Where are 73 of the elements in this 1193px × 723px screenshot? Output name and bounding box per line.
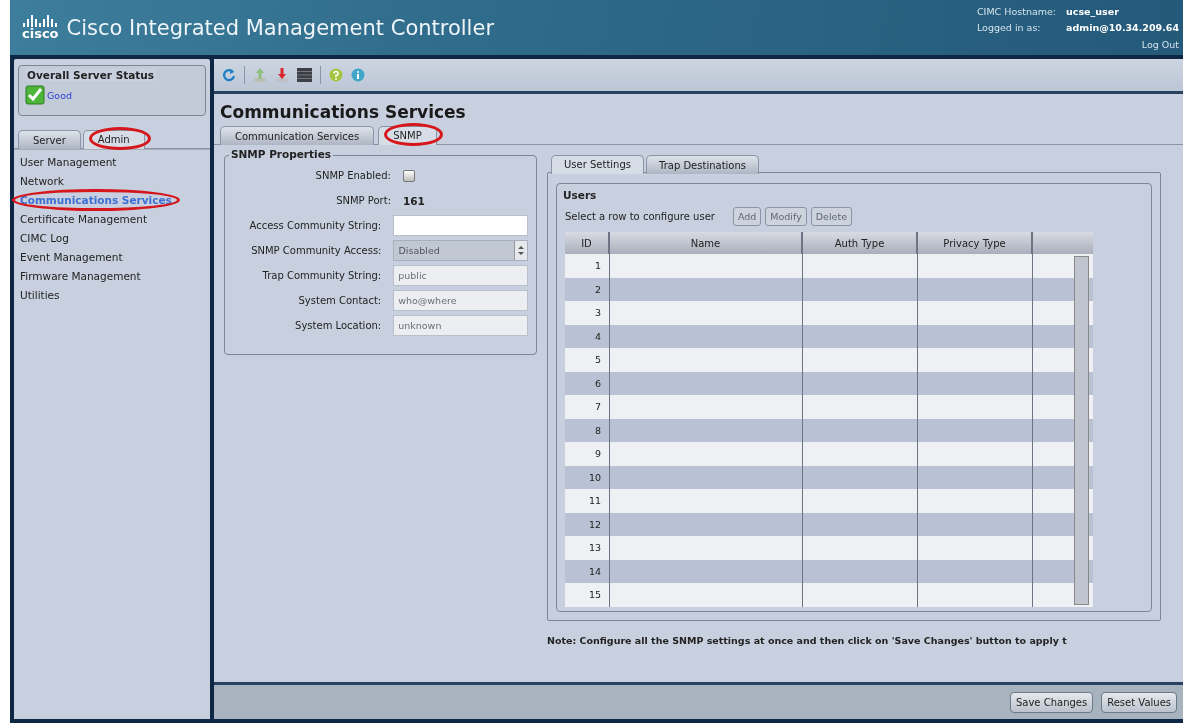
row-number: 14 — [588, 565, 601, 577]
scrollbar[interactable] — [1074, 256, 1089, 605]
row-number: 4 — [594, 330, 601, 342]
logo-bars-icon — [23, 15, 58, 27]
column-header[interactable]: ID — [565, 232, 610, 254]
field-label: Trap Community String: — [261, 270, 382, 281]
row-number: 9 — [594, 448, 601, 460]
row-number: 7 — [594, 401, 601, 413]
row-number: 12 — [588, 518, 601, 530]
table-row[interactable]: 11 — [565, 489, 1093, 513]
panel-title: Users — [561, 189, 599, 201]
download-icon[interactable] — [275, 67, 289, 83]
tab[interactable]: Communication Services — [220, 126, 375, 145]
status-title: Overall Server Status — [25, 69, 157, 81]
row-number: 5 — [594, 354, 601, 366]
tab[interactable]: Server — [18, 130, 81, 149]
footer-button[interactable]: Reset Values — [1101, 691, 1177, 713]
row-number: 11 — [588, 495, 601, 507]
panel-title: SNMP Properties — [229, 148, 334, 160]
row-number: 1 — [594, 260, 601, 272]
nav-item[interactable]: Event Management — [20, 251, 123, 263]
note-text: Note: Configure all the SNMP settings at once and then click on 'Save Changes' button to apply t — [547, 634, 1068, 646]
field-label: SNMP Community Access: — [250, 245, 382, 256]
logged-in-user: admin@10.34.209.64 — [1066, 22, 1179, 36]
nav-item[interactable]: CIMC Log — [20, 232, 69, 244]
field-label: System Location: — [294, 320, 382, 331]
column-header — [1033, 232, 1093, 254]
field-label: System Contact: — [297, 295, 382, 306]
grid-icon[interactable] — [297, 68, 312, 82]
row-number: 8 — [594, 424, 601, 436]
table-row[interactable]: 13 — [565, 536, 1093, 560]
row-number: 6 — [594, 377, 601, 389]
checkbox[interactable] — [403, 169, 415, 182]
column-header[interactable]: Auth Type — [803, 232, 918, 254]
row-number: 2 — [594, 283, 601, 295]
nav-item[interactable]: Certificate Management — [20, 213, 148, 225]
hint-text: Select a row to configure user — [565, 211, 715, 222]
help-icon[interactable] — [329, 68, 343, 82]
check-icon — [25, 85, 45, 105]
row-number: 3 — [594, 307, 601, 319]
table-row[interactable]: 1 — [565, 254, 1093, 278]
nav-item[interactable]: Firmware Management — [20, 270, 141, 282]
logout-link[interactable]: Log Out — [1141, 38, 1179, 55]
hostname-value: ucse_user — [1066, 6, 1120, 19]
row-number: 13 — [588, 542, 601, 554]
table-row[interactable]: 3 — [565, 301, 1093, 325]
app-title: Cisco Integrated Management Controller — [66, 15, 494, 40]
table-row[interactable]: 9 — [565, 442, 1093, 466]
field-label: SNMP Port: — [335, 195, 391, 206]
column-header[interactable]: Name — [610, 232, 803, 254]
logged-in-label: Logged in as: — [977, 22, 1042, 36]
nav-item[interactable]: Utilities — [20, 289, 60, 301]
nav-item[interactable]: Network — [20, 175, 64, 187]
table-row[interactable]: 15 — [565, 583, 1093, 607]
tab[interactable]: User Settings — [551, 155, 644, 174]
info-icon[interactable] — [351, 68, 365, 82]
refresh-icon[interactable] — [222, 68, 236, 82]
nav-item[interactable]: User Management — [20, 156, 117, 168]
status-value: Good — [47, 89, 73, 101]
tab[interactable]: Trap Destinations — [646, 155, 759, 174]
logo-text: cisco — [22, 27, 59, 40]
table-row[interactable]: 7 — [565, 395, 1093, 419]
column-header[interactable]: Privacy Type — [918, 232, 1033, 254]
hostname-label: CIMC Hostname: — [977, 6, 1057, 19]
row-number: 15 — [588, 589, 601, 601]
field-label: Access Community String: — [248, 220, 382, 231]
footer-button[interactable]: Save Changes — [1009, 691, 1094, 713]
row-number: 10 — [588, 471, 601, 483]
table-row[interactable]: 5 — [565, 348, 1093, 372]
field-value: 161 — [403, 194, 425, 207]
field-label: SNMP Enabled: — [314, 170, 391, 181]
page-title: Communications Services — [219, 101, 467, 124]
input-field[interactable] — [393, 215, 528, 236]
